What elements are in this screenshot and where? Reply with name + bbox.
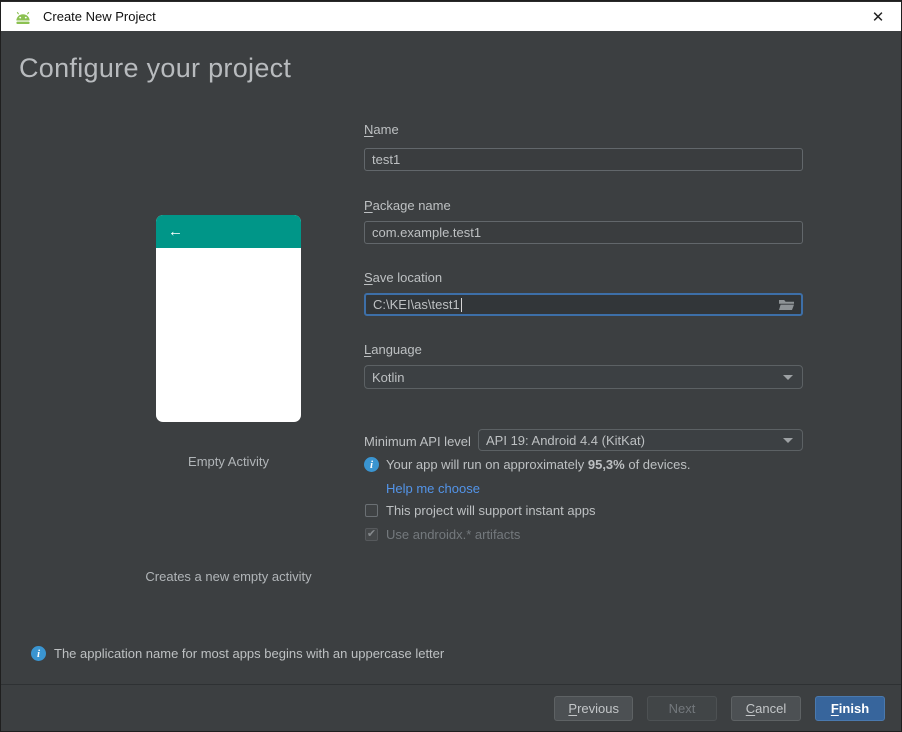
cancel-button[interactable]: Cancel <box>731 696 801 721</box>
chevron-down-icon <box>783 438 793 443</box>
help-me-choose-link[interactable]: Help me choose <box>386 481 480 496</box>
info-icon: i <box>31 646 46 661</box>
save-location-input-value: C:\KEI\as\test1 <box>373 297 460 312</box>
checkmark-icon: ✔ <box>366 528 377 540</box>
language-select-value: Kotlin <box>372 369 405 385</box>
create-new-project-dialog: Create New Project ✕ Configure your proj… <box>0 0 902 732</box>
validation-hint-text: The application name for most apps begin… <box>54 646 445 661</box>
save-location-label: Save location <box>364 270 443 285</box>
browse-folder-icon[interactable] <box>779 299 794 311</box>
finish-button[interactable]: Finish <box>815 696 885 721</box>
template-preview-card: ← <box>156 215 301 422</box>
template-preview-appbar: ← <box>156 215 301 248</box>
language-label: Language <box>364 342 422 357</box>
android-logo-icon <box>13 9 35 25</box>
api-notice-text: Your app will run on approximately 95,3%… <box>386 457 691 472</box>
text-caret <box>460 297 462 312</box>
name-input[interactable]: test1 <box>364 148 803 171</box>
template-description: Creates a new empty activity <box>145 569 312 584</box>
buttonbar: Previous Next Cancel Finish <box>1 685 901 731</box>
instant-apps-row: This project will support instant apps <box>365 503 596 518</box>
androidx-checkbox-checked: ✔ <box>365 528 378 541</box>
next-button: Next <box>647 696 717 721</box>
androidx-row: ✔ Use androidx.* artifacts <box>365 527 520 542</box>
validation-hint: i The application name for most apps beg… <box>31 646 444 661</box>
wizard-content: Configure your project ← Empty Activity … <box>1 31 901 684</box>
min-api-select-value: API 19: Android 4.4 (KitKat) <box>486 432 645 448</box>
previous-button[interactable]: Previous <box>554 696 633 721</box>
template-name: Empty Activity <box>188 454 269 469</box>
back-arrow-icon: ← <box>168 223 183 240</box>
package-name-label: Package name <box>364 198 451 213</box>
page-title: Configure your project <box>19 53 292 83</box>
name-label: Name <box>364 122 399 137</box>
min-api-select[interactable]: API 19: Android 4.4 (KitKat) <box>478 429 803 451</box>
device-percentage: 95,3% <box>587 457 625 472</box>
window-title: Create New Project <box>43 9 156 24</box>
close-icon[interactable]: ✕ <box>855 2 901 32</box>
androidx-label: Use androidx.* artifacts <box>386 527 521 542</box>
package-name-input[interactable]: com.example.test1 <box>364 221 803 244</box>
min-api-label: Minimum API level <box>364 434 471 449</box>
chevron-down-icon <box>783 375 793 380</box>
language-select[interactable]: Kotlin <box>364 365 803 389</box>
name-input-value: test1 <box>372 152 401 167</box>
info-icon: i <box>364 457 379 472</box>
save-location-input[interactable]: C:\KEI\as\test1 <box>364 293 803 316</box>
api-level-notice: i Your app will run on approximately 95,… <box>364 457 691 472</box>
instant-apps-label: This project will support instant apps <box>386 503 596 518</box>
instant-apps-checkbox[interactable] <box>365 504 378 517</box>
titlebar: Create New Project ✕ <box>1 1 901 31</box>
package-name-input-value: com.example.test1 <box>372 225 482 240</box>
